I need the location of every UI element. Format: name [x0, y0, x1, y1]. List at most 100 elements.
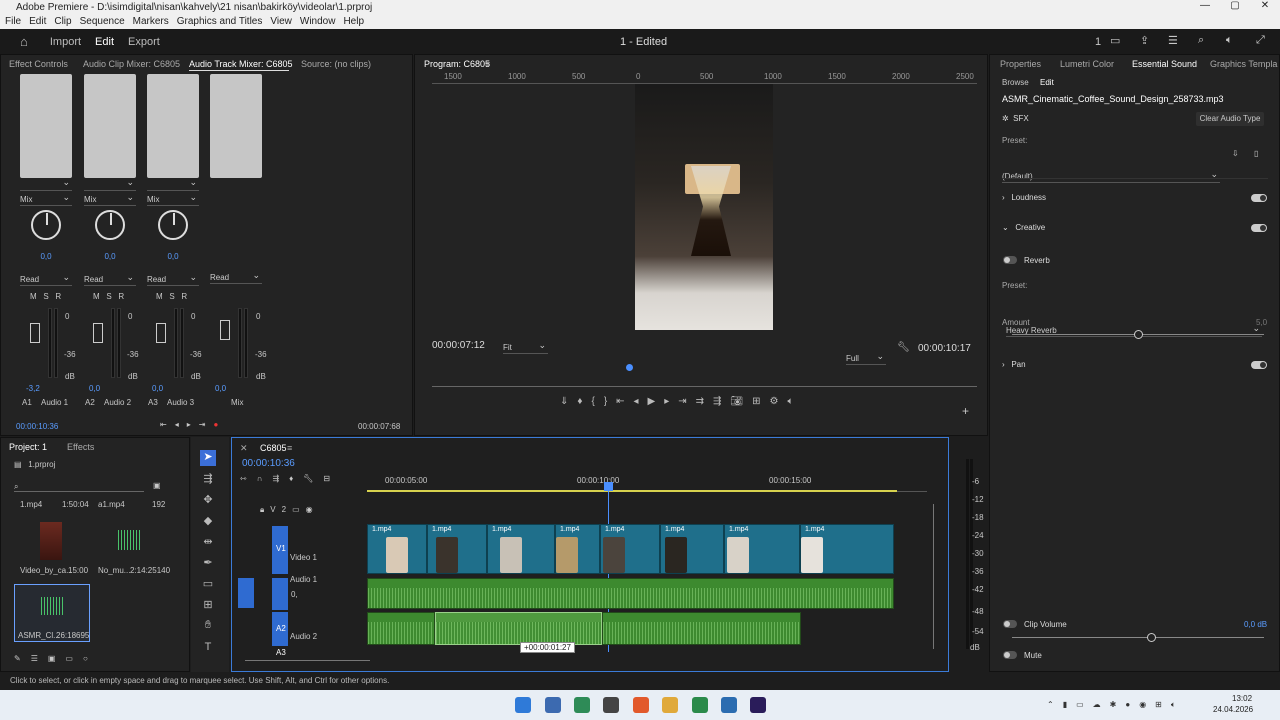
- workspace-export[interactable]: Export: [128, 36, 160, 48]
- menu-sequence[interactable]: Sequence: [75, 16, 128, 27]
- tab-graphics-templates[interactable]: Graphics Templa: [1210, 59, 1277, 69]
- tab-essential-sound[interactable]: Essential Sound: [1132, 59, 1197, 69]
- amount-slider-handle[interactable]: [1134, 330, 1143, 339]
- zoom-tool-icon[interactable]: ⊞: [200, 598, 216, 614]
- close-sequence-icon[interactable]: ✕: [240, 443, 248, 454]
- pan-knob[interactable]: [95, 210, 125, 240]
- hand-tool-icon[interactable]: ✋︎: [200, 619, 216, 635]
- close-button[interactable]: ✕: [1250, 0, 1280, 14]
- menu-edit[interactable]: Edit: [24, 16, 49, 27]
- timeline-timecode[interactable]: 00:00:10:36: [242, 458, 295, 469]
- type-tool-icon[interactable]: T: [200, 641, 216, 657]
- save-preset-icon[interactable]: ⇩: [1232, 149, 1239, 158]
- taskbar-app-icon[interactable]: [574, 697, 590, 713]
- taskbar-app-icon[interactable]: [692, 697, 708, 713]
- pan-knob[interactable]: [158, 210, 188, 240]
- resolution-dropdown[interactable]: Full: [846, 351, 886, 365]
- automation-read-dropdown[interactable]: Read: [147, 272, 199, 286]
- sequence-tab[interactable]: C6805: [260, 443, 287, 453]
- mix-dropdown[interactable]: Mix: [20, 192, 72, 206]
- mix-dropdown[interactable]: Mix: [147, 192, 199, 206]
- home-icon[interactable]: ⌂: [20, 34, 28, 49]
- clip-volume-checkbox[interactable]: [1003, 620, 1017, 628]
- slip-tool-icon[interactable]: ⇹: [200, 535, 216, 551]
- program-video-frame[interactable]: [635, 84, 773, 330]
- tab-source[interactable]: Source: (no clips): [301, 59, 371, 69]
- maximize-button[interactable]: ▢: [1220, 0, 1250, 14]
- panel-menu-icon[interactable]: ≡: [485, 59, 490, 69]
- menu-help[interactable]: Help: [338, 16, 367, 27]
- automation-read-dropdown[interactable]: Read: [84, 272, 136, 286]
- menu-view[interactable]: View: [265, 16, 295, 27]
- subtab-browse[interactable]: Browse: [1002, 78, 1029, 87]
- clip-volume-slider-handle[interactable]: [1146, 633, 1156, 642]
- razor-tool-icon[interactable]: ◆: [200, 514, 216, 530]
- fullscreen-icon[interactable]: ⤢: [1256, 34, 1265, 47]
- menu-file[interactable]: File: [0, 16, 24, 27]
- system-tray-icons[interactable]: ⌃▮▭☁✱●◉⊞🔈︎: [1047, 700, 1185, 710]
- loudness-section[interactable]: › Loudness: [1002, 193, 1046, 202]
- msr-buttons-3[interactable]: M S R: [156, 292, 187, 301]
- audio-clip-a2[interactable]: [367, 612, 435, 645]
- timeline-playhead-handle[interactable]: [604, 482, 613, 491]
- menu-window[interactable]: Window: [295, 16, 339, 27]
- premiere-taskbar-icon[interactable]: [750, 697, 766, 713]
- track-target-a1[interactable]: [272, 578, 288, 610]
- menu-graphics[interactable]: Graphics and Titles: [172, 16, 266, 27]
- add-button-icon[interactable]: +: [962, 404, 969, 418]
- ripple-edit-tool-icon[interactable]: ✥: [200, 493, 216, 509]
- search-icon[interactable]: ⌕: [1198, 34, 1204, 47]
- mute-checkbox[interactable]: [1003, 651, 1017, 659]
- timeline-vertical-scrollbar[interactable]: [933, 504, 934, 649]
- selection-tool-icon[interactable]: ➤: [200, 450, 216, 466]
- msr-buttons-1[interactable]: M S R: [30, 292, 61, 301]
- reverb-checkbox[interactable]: [1003, 256, 1017, 264]
- send-dropdown[interactable]: [84, 177, 136, 191]
- delete-preset-icon[interactable]: ▯: [1254, 149, 1258, 158]
- panel-menu-icon[interactable]: ≡: [287, 443, 292, 453]
- program-playhead-timecode[interactable]: 00:00:07:12: [432, 340, 485, 351]
- taskbar-app-icon[interactable]: [721, 697, 737, 713]
- pan-section[interactable]: › Pan: [1002, 360, 1026, 369]
- pan-knob[interactable]: [31, 210, 61, 240]
- video-clip[interactable]: 1.mp4: [367, 524, 427, 574]
- video-clip[interactable]: 1.mp4: [660, 524, 724, 574]
- tab-audio-clip-mixer[interactable]: Audio Clip Mixer: C6805: [83, 59, 180, 69]
- project-item-thumb-1[interactable]: [40, 522, 62, 560]
- mixer-transport-controls[interactable]: ⇤◂▸⇥●: [160, 420, 226, 429]
- speaker-icon[interactable]: 🔈︎: [1226, 34, 1233, 47]
- tab-properties[interactable]: Properties: [1000, 59, 1041, 69]
- creative-toggle[interactable]: [1251, 224, 1267, 232]
- clear-audio-type-button[interactable]: Clear Audio Type: [1196, 112, 1264, 126]
- tab-project[interactable]: Project: 1: [9, 442, 47, 452]
- work-area-bar[interactable]: [367, 490, 897, 492]
- list-icon[interactable]: ☰: [1168, 34, 1178, 47]
- tab-audio-track-mixer[interactable]: Audio Track Mixer: C6805: [189, 59, 293, 69]
- share-icon[interactable]: ⇪: [1140, 34, 1149, 47]
- tab-effect-controls[interactable]: Effect Controls: [9, 59, 68, 69]
- automation-read-dropdown[interactable]: Read: [20, 272, 72, 286]
- video-clip[interactable]: 1.mp4: [487, 524, 555, 574]
- audio-clip-a1[interactable]: [367, 578, 894, 609]
- volume-fader-2[interactable]: [93, 323, 103, 343]
- program-scrub-bar[interactable]: [432, 386, 977, 387]
- mix-dropdown[interactable]: Mix: [84, 192, 136, 206]
- timeline-horizontal-scrollbar[interactable]: [245, 660, 370, 661]
- automation-read-dropdown[interactable]: Read: [210, 270, 262, 284]
- loudness-toggle[interactable]: [1251, 194, 1267, 202]
- timeline-ruler[interactable]: 00:00:05:00 00:00:10:00 00:00:15:00: [367, 470, 927, 492]
- msr-buttons-2[interactable]: M S R: [93, 292, 124, 301]
- workspace-import[interactable]: Import: [50, 36, 81, 48]
- tab-effects[interactable]: Effects: [67, 442, 94, 452]
- video-clip[interactable]: 1.mp4: [800, 524, 894, 574]
- taskbar-app-icon[interactable]: [545, 697, 561, 713]
- program-playhead[interactable]: [626, 364, 633, 371]
- program-monitor-title[interactable]: Program: C6805: [424, 59, 490, 69]
- rectangle-tool-icon[interactable]: ▭: [200, 577, 216, 593]
- workspace-edit[interactable]: Edit: [95, 36, 114, 48]
- video-clip[interactable]: 1.mp4: [427, 524, 487, 574]
- amount-slider[interactable]: [1012, 330, 1264, 339]
- panel-icon[interactable]: ▭: [1110, 34, 1120, 47]
- tab-lumetri-color[interactable]: Lumetri Color: [1060, 59, 1114, 69]
- send-dropdown[interactable]: [147, 177, 199, 191]
